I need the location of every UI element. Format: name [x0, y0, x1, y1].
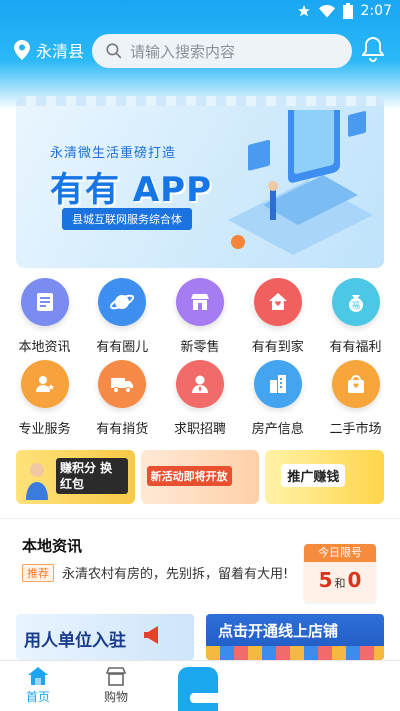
- banner-slogan: 永清微生活重磅打造: [50, 146, 177, 161]
- star-icon: [297, 5, 310, 17]
- grid-label: 有有圈儿: [96, 340, 149, 355]
- banner-title: 有有 APP: [50, 170, 212, 210]
- store-icon: [176, 278, 224, 326]
- grid-label: 二手市场: [329, 422, 382, 437]
- status-time: 2:07: [360, 3, 392, 19]
- location-pin-icon: [14, 40, 30, 60]
- limit-title: 今日限号: [304, 544, 376, 562]
- banner-subtitle: 县城互联网服务综合体: [62, 208, 192, 230]
- promo-new-event[interactable]: 新活动即将开放: [140, 450, 260, 504]
- grid-item-delivery[interactable]: 有有捎货: [84, 360, 161, 442]
- market-icon: [331, 360, 380, 408]
- svg-text:福: 福: [352, 301, 360, 310]
- status-icons: 2:07: [297, 3, 392, 19]
- center-publish-button[interactable]: [178, 667, 218, 711]
- grid-label: 本地资讯: [18, 340, 71, 355]
- plus-icon: [190, 693, 218, 703]
- tab-home[interactable]: 首页: [8, 666, 68, 705]
- grid-label: 有有捎货: [96, 422, 149, 437]
- banner-illustration: [228, 110, 373, 255]
- grid-item-secondhand[interactable]: 二手市场: [317, 360, 394, 442]
- recommend-tag: 推荐: [22, 563, 54, 582]
- employer-banner-label: 用人单位入驻: [24, 631, 126, 651]
- grid-label: 专业服务: [18, 422, 71, 437]
- employer-banner[interactable]: 用人单位入驻: [16, 614, 194, 660]
- limit-and: 和: [334, 577, 346, 590]
- truck-icon: [98, 360, 147, 408]
- location-label: 永清县: [36, 42, 85, 61]
- grid-row: 专业服务 有有捎货 求职招聘 房产信息 二手市场: [0, 360, 400, 442]
- building-icon: [253, 360, 302, 408]
- tab-home-label: 首页: [25, 690, 50, 704]
- grid-item-new-retail[interactable]: 新零售: [162, 278, 239, 360]
- notification-button[interactable]: [361, 36, 385, 66]
- promo-new-event-label: 新活动即将开放: [146, 466, 232, 486]
- promo-referral[interactable]: 推广赚钱: [265, 450, 385, 504]
- home-tab-icon: [28, 667, 48, 685]
- bell-icon: [361, 36, 385, 62]
- limit-number-a: 5: [318, 568, 333, 592]
- megaphone-icon: [144, 626, 158, 644]
- header-bar: 2:07 永清县 请输入搜索内容: [0, 0, 400, 110]
- person-illustration: [26, 463, 48, 500]
- banner-stripe: [16, 96, 384, 106]
- wifi-icon: [318, 4, 335, 18]
- news-item[interactable]: 推荐 永清农村有房的，先别拆，留着有大用!: [22, 563, 288, 582]
- grid-item-real-estate[interactable]: 房产信息: [239, 360, 316, 442]
- battery-icon: [342, 3, 353, 19]
- limit-numbers: 5和0: [304, 568, 376, 592]
- location-selector[interactable]: 永清县: [14, 38, 84, 62]
- limit-number-b: 0: [347, 568, 362, 592]
- home-icon: [253, 278, 302, 326]
- grid-item-pro-service[interactable]: 专业服务: [6, 360, 83, 442]
- status-bar: 2:07: [0, 0, 400, 26]
- search-input[interactable]: 请输入搜索内容: [92, 34, 352, 68]
- shop-tab-icon: [105, 667, 127, 686]
- search-icon: [106, 43, 122, 59]
- tab-shopping-label: 购物: [103, 690, 128, 704]
- news-section-title: 本地资讯: [22, 537, 83, 555]
- grid-item-local-news[interactable]: 本地资讯: [6, 278, 83, 360]
- store-row-illustration: [206, 646, 384, 660]
- grid-label: 有有福利: [329, 340, 382, 355]
- promo-points[interactable]: 赚积分 换红包: [16, 450, 135, 504]
- grid-item-jobs[interactable]: 求职招聘: [162, 360, 239, 442]
- service-grid: 本地资讯 有有圈儿 新零售 有有到家 福 有有福利 专业服务 有有捎货 求职招聘…: [0, 278, 400, 442]
- traffic-limit-card[interactable]: 今日限号 5和0: [304, 544, 376, 602]
- news-headline: 永清农村有房的，先别拆，留着有大用!: [62, 567, 289, 582]
- grid-row: 本地资讯 有有圈儿 新零售 有有到家 福 有有福利: [0, 278, 400, 360]
- grid-item-circle[interactable]: 有有圈儿: [84, 278, 161, 360]
- grid-label: 有有到家: [251, 340, 304, 355]
- section-divider: [0, 518, 400, 519]
- gift-bag-icon: 福: [331, 278, 380, 326]
- main-banner[interactable]: 永清微生活重磅打造 有有 APP 县城互联网服务综合体: [16, 96, 384, 268]
- news-icon: [20, 278, 69, 326]
- promo-points-label: 赚积分 换红包: [56, 458, 128, 494]
- search-placeholder: 请输入搜索内容: [130, 42, 236, 61]
- promo-cards: 赚积分 换红包 新活动即将开放 推广赚钱: [16, 450, 385, 504]
- open-store-banner[interactable]: 点击开通线上店铺: [206, 614, 384, 660]
- service-icon: [20, 360, 69, 408]
- grid-item-home-service[interactable]: 有有到家: [239, 278, 316, 360]
- tab-shopping[interactable]: 购物: [86, 666, 146, 705]
- grid-label: 房产信息: [251, 422, 304, 437]
- recruit-icon: [176, 360, 224, 408]
- open-store-banner-label: 点击开通线上店铺: [218, 622, 339, 640]
- grid-label: 求职招聘: [173, 422, 226, 437]
- grid-item-welfare[interactable]: 福 有有福利: [317, 278, 394, 360]
- grid-label: 新零售: [180, 340, 220, 355]
- promo-referral-label: 推广赚钱: [281, 464, 346, 487]
- planet-icon: [98, 278, 147, 326]
